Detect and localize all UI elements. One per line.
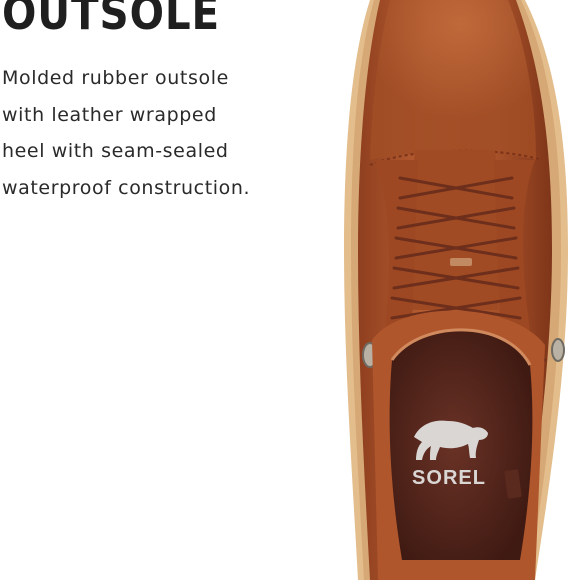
description-line: Molded rubber outsole (2, 67, 229, 89)
boot-product-image: SOREL (344, 0, 568, 580)
feature-description: Molded rubber outsole with leather wrapp… (2, 60, 302, 206)
feature-heading: OUTSOLE (2, 0, 221, 40)
description-line: heel with seam-sealed (2, 140, 229, 162)
brand-logo-text: SOREL (412, 467, 486, 489)
description-line: waterproof construction. (2, 176, 251, 199)
lace-hook (551, 338, 565, 362)
description-line: with leather wrapped (2, 103, 217, 126)
